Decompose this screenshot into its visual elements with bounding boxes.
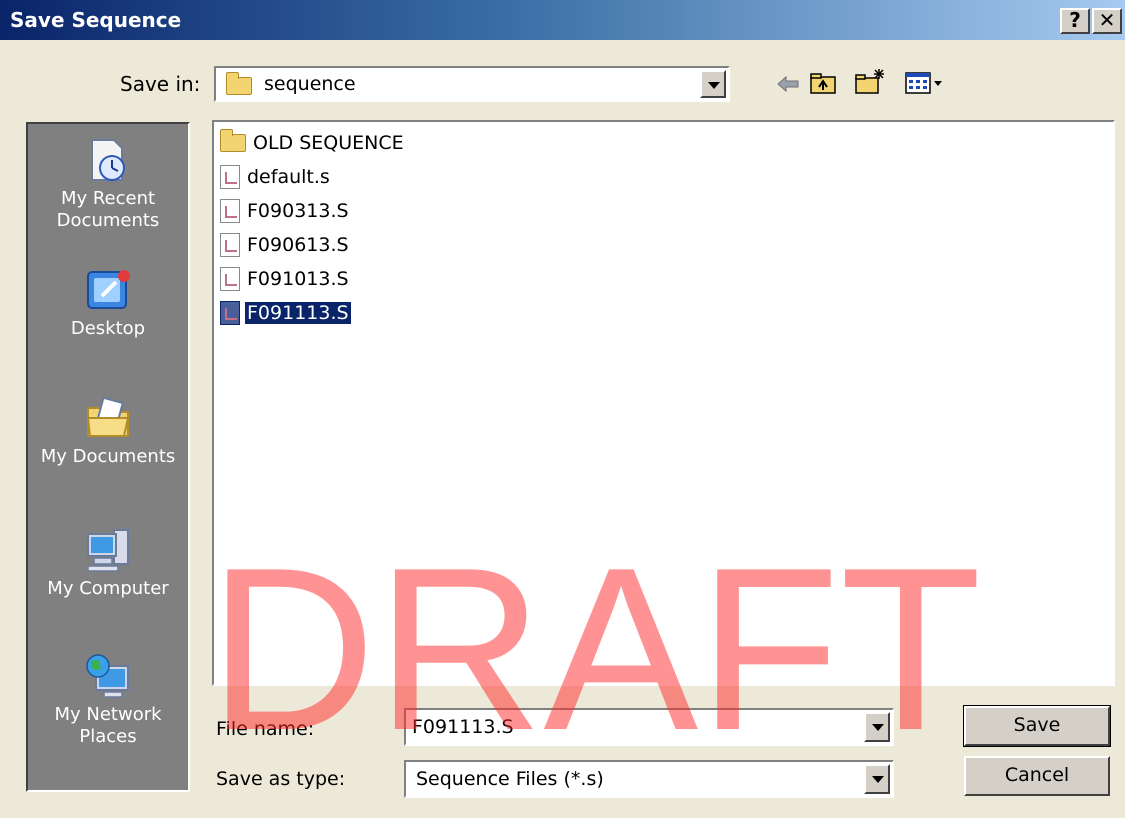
- place-network-places[interactable]: My Network Places: [28, 652, 188, 748]
- list-item[interactable]: default.s: [220, 162, 332, 192]
- list-item[interactable]: F091013.S: [220, 264, 351, 294]
- close-button[interactable]: ✕: [1092, 8, 1122, 34]
- save-as-type-value: Sequence Files (*.s): [416, 768, 604, 790]
- recent-documents-icon: [84, 136, 132, 184]
- up-folder-icon[interactable]: [808, 70, 838, 96]
- place-label: My Documents: [40, 446, 176, 467]
- file-name-input[interactable]: F091113.S: [404, 708, 894, 746]
- place-recent-documents[interactable]: My Recent Documents: [28, 136, 188, 232]
- place-label: Desktop: [70, 318, 146, 339]
- save-in-label: Save in:: [120, 72, 201, 96]
- place-my-computer[interactable]: My Computer: [28, 526, 188, 600]
- network-places-icon: [84, 652, 132, 700]
- save-button[interactable]: Save: [963, 705, 1111, 747]
- save-in-dropdown[interactable]: sequence: [214, 66, 730, 102]
- item-name: default.s: [247, 166, 330, 188]
- item-name: OLD SEQUENCE: [253, 132, 404, 154]
- folder-icon: [226, 72, 252, 95]
- file-list[interactable]: OLD SEQUENCE default.s F090313.S F090613…: [212, 120, 1115, 686]
- desktop-icon: [84, 266, 132, 314]
- save-as-type-label: Save as type:: [216, 768, 346, 790]
- file-icon: [220, 199, 240, 223]
- place-label: My Computer: [47, 578, 169, 599]
- help-button[interactable]: ?: [1060, 8, 1090, 34]
- place-label: My Recent Documents: [56, 188, 160, 231]
- views-menu-icon[interactable]: [904, 70, 944, 96]
- file-icon: [220, 233, 240, 257]
- place-label: My Network Places: [54, 704, 162, 747]
- item-name: F091113.S: [244, 301, 352, 325]
- window-title: Save Sequence: [10, 8, 182, 32]
- new-folder-icon[interactable]: [854, 68, 886, 96]
- file-name-label: File name:: [216, 718, 315, 740]
- list-item[interactable]: F090613.S: [220, 230, 351, 260]
- save-as-type-dropdown[interactable]: Sequence Files (*.s): [404, 760, 894, 798]
- chevron-down-icon[interactable]: [700, 70, 726, 98]
- item-name: F090313.S: [247, 200, 349, 222]
- my-documents-icon: [84, 394, 132, 442]
- my-computer-icon: [84, 526, 132, 574]
- save-in-value: sequence: [264, 73, 356, 95]
- places-bar: My Recent Documents Desktop My Documents: [26, 122, 190, 792]
- list-item[interactable]: OLD SEQUENCE: [220, 128, 406, 158]
- cancel-button[interactable]: Cancel: [964, 756, 1110, 796]
- item-name: F091013.S: [247, 268, 349, 290]
- place-my-documents[interactable]: My Documents: [28, 394, 188, 468]
- list-item-selected[interactable]: F091113.S: [220, 298, 352, 328]
- file-icon: [220, 165, 240, 189]
- place-desktop[interactable]: Desktop: [28, 266, 188, 340]
- chevron-down-icon[interactable]: [864, 712, 890, 742]
- back-arrow-icon[interactable]: [776, 74, 800, 94]
- file-icon: [220, 301, 240, 325]
- chevron-down-icon[interactable]: [864, 764, 890, 794]
- item-name: F090613.S: [247, 234, 349, 256]
- file-name-value: F091113.S: [412, 716, 514, 738]
- list-item[interactable]: F090313.S: [220, 196, 351, 226]
- title-bar: Save Sequence ? ✕: [0, 0, 1125, 40]
- folder-icon: [220, 129, 246, 152]
- file-icon: [220, 267, 240, 291]
